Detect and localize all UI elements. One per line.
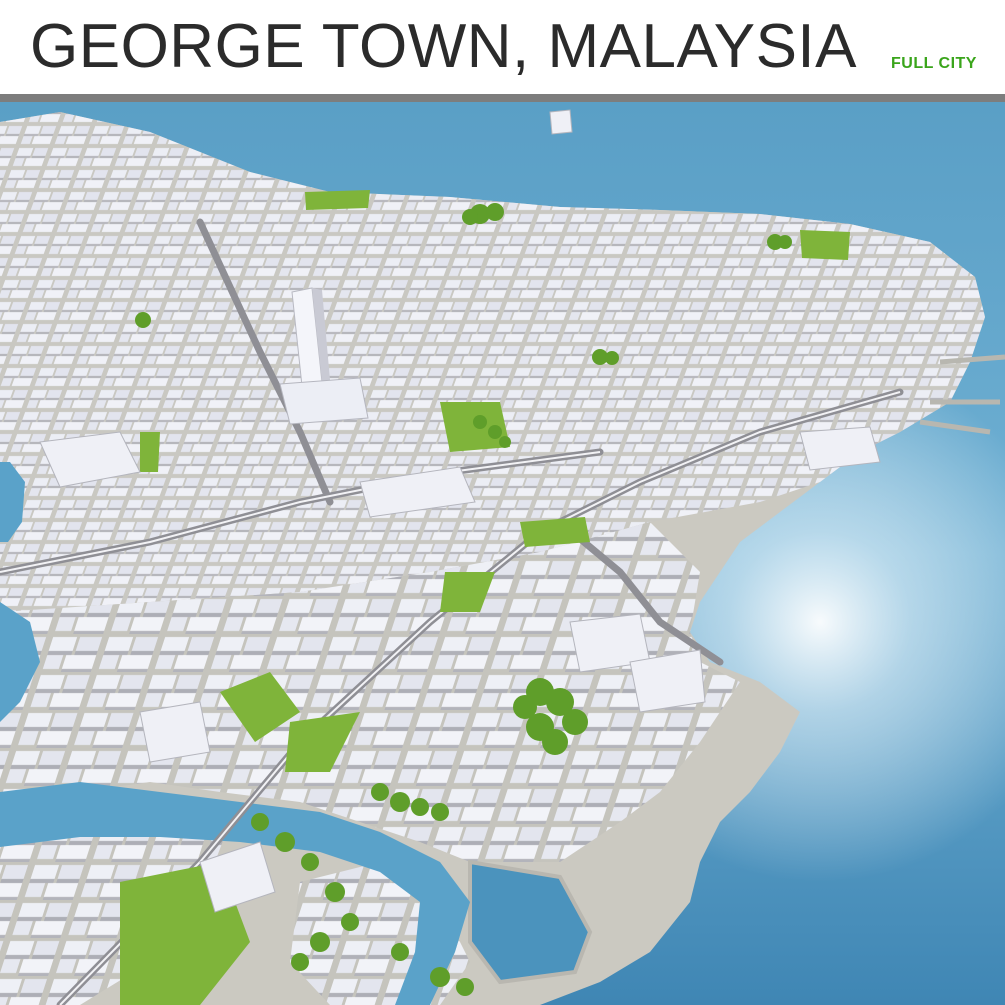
city-render-image (0, 102, 1005, 1005)
subtitle-badge: FULL CITY (891, 55, 977, 72)
header-divider (0, 94, 1005, 102)
header-bar: GEORGE TOWN, MALAYSIA FULL CITY (0, 0, 1005, 94)
page-title: GEORGE TOWN, MALAYSIA (30, 12, 858, 81)
